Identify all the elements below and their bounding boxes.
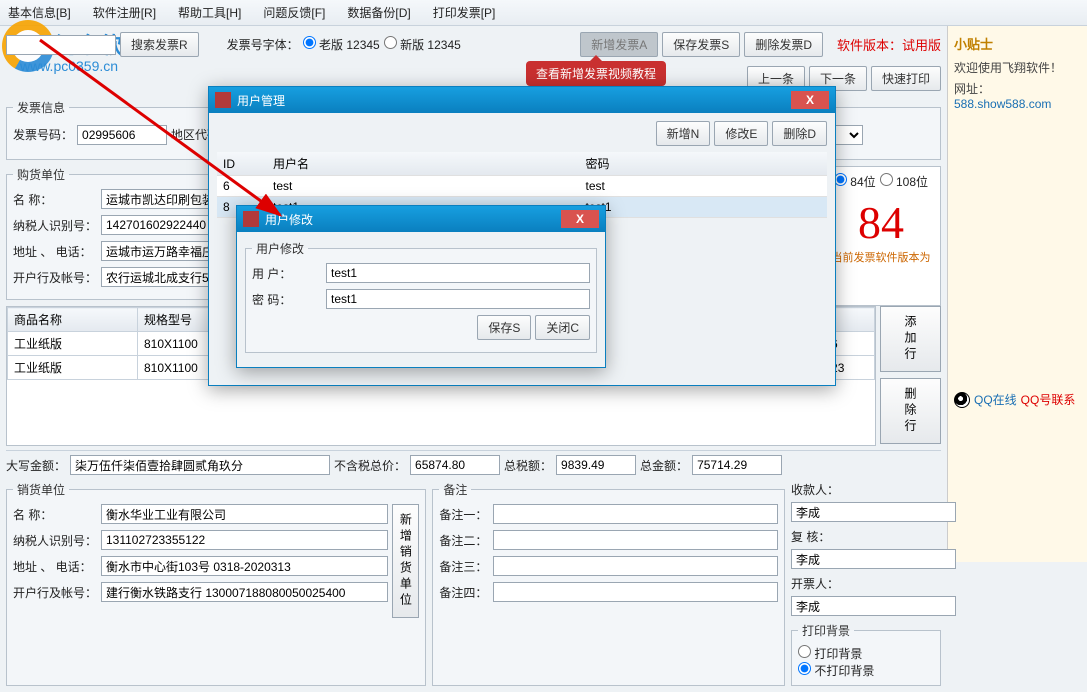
reviewer-input[interactable] bbox=[791, 549, 956, 569]
quick-print-button[interactable]: 快速打印 bbox=[871, 66, 941, 91]
tips-title: 小贴士 bbox=[954, 34, 1081, 53]
user-header-row: ID 用户名 密码 bbox=[217, 152, 827, 176]
bits-box: 84位 108位 84 当前发票软件版本为 bbox=[821, 166, 941, 306]
print-bg-on[interactable]: 打印背景 bbox=[798, 647, 862, 661]
user-edit-dialog: 用户修改 X 用户修改 用 户： 密 码： 保存S 关闭C bbox=[236, 205, 606, 368]
user-delete-button[interactable]: 删除D bbox=[772, 121, 827, 146]
invoice-legend: 发票信息 bbox=[13, 99, 69, 116]
user-new-button[interactable]: 新增N bbox=[656, 121, 711, 146]
menu-print[interactable]: 打印发票[P] bbox=[433, 4, 496, 21]
user-edit-title: 用户修改 bbox=[265, 211, 561, 228]
new-invoice-button[interactable]: 新增发票A bbox=[580, 32, 658, 57]
tips-url[interactable]: 588.show588.com bbox=[954, 97, 1051, 111]
invoice-number-input[interactable] bbox=[77, 125, 167, 145]
remark3-input[interactable] bbox=[493, 556, 778, 576]
buyer-legend: 购货单位 bbox=[13, 166, 69, 183]
total-tax-input[interactable] bbox=[556, 455, 636, 475]
edit-save-button[interactable]: 保存S bbox=[477, 315, 531, 340]
radio-108[interactable]: 108位 bbox=[880, 173, 928, 190]
ex-tax-input[interactable] bbox=[410, 455, 500, 475]
big-number: 84 bbox=[828, 196, 934, 249]
font-new-radio[interactable]: 新版 12345 bbox=[384, 36, 461, 53]
print-bg-off[interactable]: 不打印背景 bbox=[798, 664, 874, 678]
qq-icon bbox=[954, 392, 970, 408]
search-button[interactable]: 搜索发票R bbox=[120, 32, 199, 57]
close-icon[interactable]: X bbox=[561, 210, 599, 228]
delete-row-button[interactable]: 删除行 bbox=[880, 378, 941, 444]
user-mgmt-title: 用户管理 bbox=[237, 92, 791, 109]
amount-caps-input[interactable] bbox=[70, 455, 330, 475]
print-bg-fieldset: 打印背景 打印背景 不打印背景 bbox=[791, 622, 941, 686]
close-icon[interactable]: X bbox=[791, 91, 829, 109]
remark-fieldset: 备注 备注一： 备注二： 备注三： 备注四： bbox=[432, 481, 785, 686]
radio-84[interactable]: 84位 bbox=[834, 173, 876, 190]
app-icon bbox=[215, 92, 231, 108]
menu-register[interactable]: 软件注册[R] bbox=[93, 4, 156, 21]
menu-basic[interactable]: 基本信息[B] bbox=[8, 4, 71, 21]
seller-fieldset: 销货单位 名 称： 纳税人识别号： 地址 、 电话： 开户行及帐号： 新增销货单… bbox=[6, 481, 426, 686]
version-label: 软件版本：试用版 bbox=[837, 35, 941, 54]
seller-bank-input[interactable] bbox=[101, 582, 388, 602]
tips-welcome: 欢迎使用飞翔软件！ bbox=[954, 59, 1081, 76]
qq-link[interactable]: QQ号联系 bbox=[1021, 391, 1076, 408]
tips-sidebar: 小贴士 欢迎使用飞翔软件！ 网址：588.show588.com QQ在线 QQ… bbox=[947, 26, 1087, 562]
total-sum-input[interactable] bbox=[692, 455, 782, 475]
app-icon bbox=[243, 211, 259, 227]
save-invoice-button[interactable]: 保存发票S bbox=[662, 32, 740, 57]
payee-input[interactable] bbox=[791, 502, 956, 522]
remark4-input[interactable] bbox=[493, 582, 778, 602]
edit-pwd-input[interactable] bbox=[326, 289, 590, 309]
seller-name-input[interactable] bbox=[101, 504, 388, 524]
edit-user-input[interactable] bbox=[326, 263, 590, 283]
edit-close-button[interactable]: 关闭C bbox=[535, 315, 590, 340]
table-row[interactable]: 6testtest bbox=[217, 176, 827, 197]
menu-backup[interactable]: 数据备份[D] bbox=[347, 4, 410, 21]
remark2-input[interactable] bbox=[493, 530, 778, 550]
menu-feedback[interactable]: 问题反馈[F] bbox=[263, 4, 325, 21]
drawer-input[interactable] bbox=[791, 596, 956, 616]
qq-online: QQ在线 bbox=[974, 391, 1017, 408]
seller-addr-input[interactable] bbox=[101, 556, 388, 576]
font-label: 发票号字体： bbox=[227, 36, 299, 53]
tips-url-line: 网址：588.show588.com bbox=[954, 80, 1081, 111]
menu-help[interactable]: 帮助工具[H] bbox=[178, 4, 241, 21]
remark1-input[interactable] bbox=[493, 504, 778, 524]
user-edit-button[interactable]: 修改E bbox=[714, 121, 768, 146]
delete-invoice-button[interactable]: 删除发票D bbox=[744, 32, 823, 57]
video-tutorial-pill[interactable]: 查看新增发票视频教程 bbox=[526, 61, 666, 86]
search-input[interactable] bbox=[6, 35, 116, 55]
menu-bar: 基本信息[B] 软件注册[R] 帮助工具[H] 问题反馈[F] 数据备份[D] … bbox=[0, 0, 1087, 26]
bits-note: 当前发票软件版本为 bbox=[828, 249, 934, 265]
new-seller-button[interactable]: 新增销货单位 bbox=[392, 504, 419, 618]
font-old-radio[interactable]: 老版 12345 bbox=[303, 36, 380, 53]
seller-tax-input[interactable] bbox=[101, 530, 388, 550]
user-edit-fieldset: 用户修改 用 户： 密 码： 保存S 关闭C bbox=[245, 240, 597, 353]
add-row-button[interactable]: 添加行 bbox=[880, 306, 941, 372]
